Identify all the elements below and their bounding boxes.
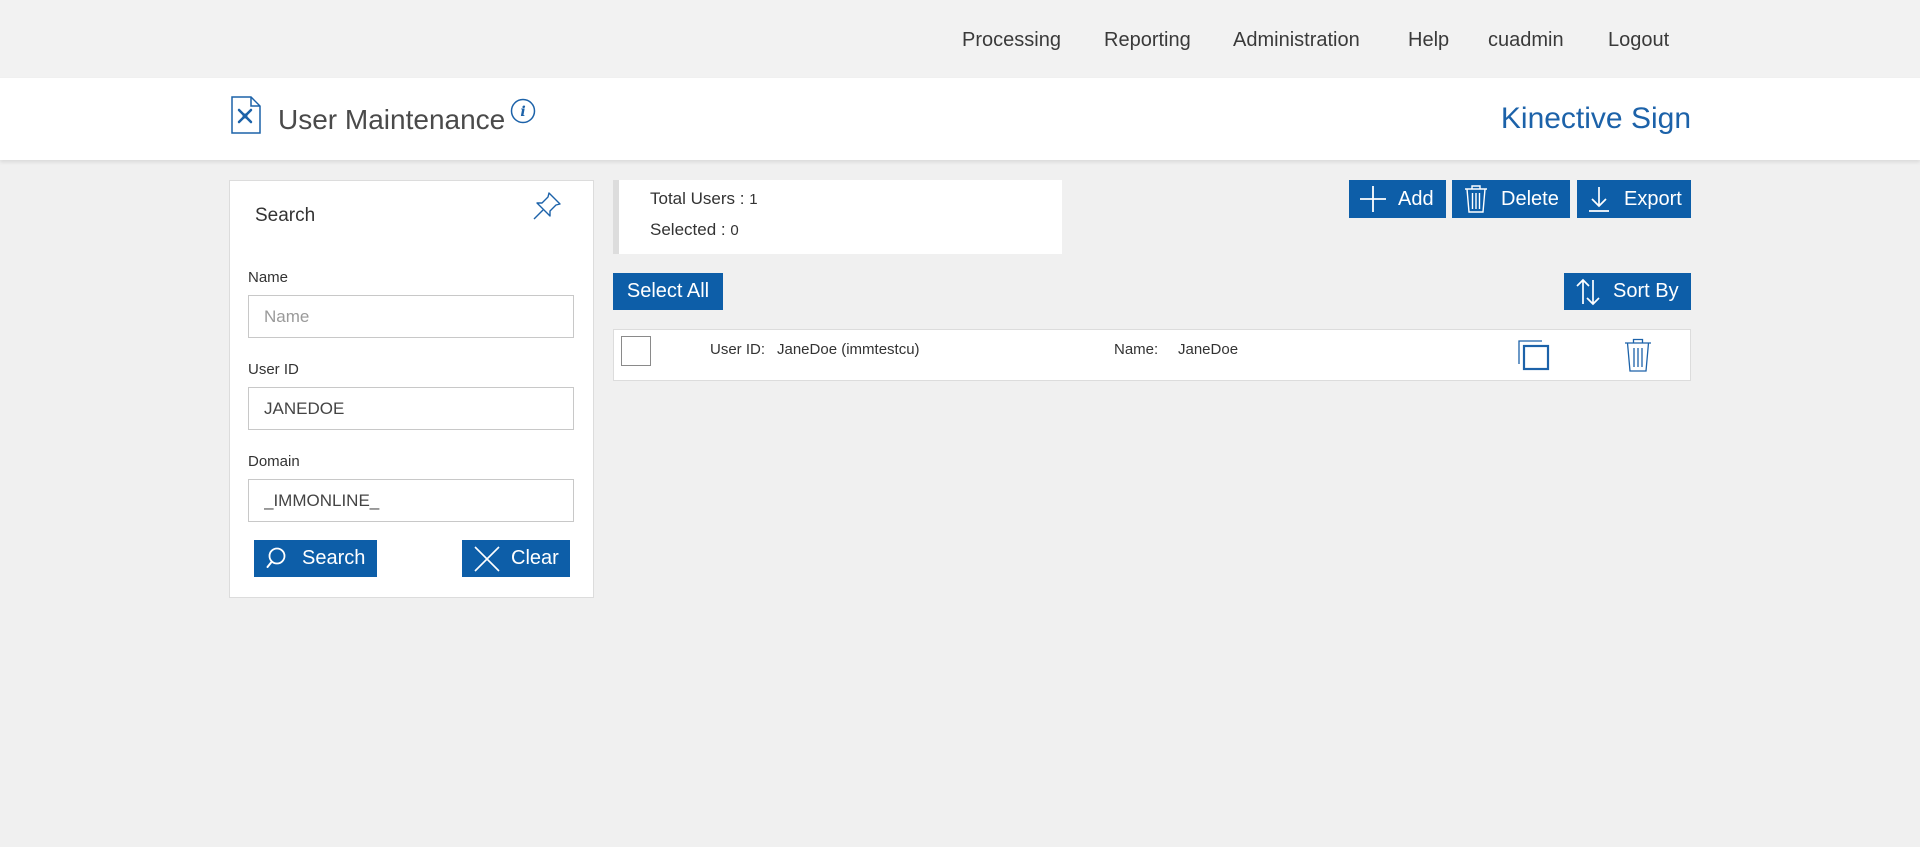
total-users: Total Users : 1 bbox=[650, 189, 758, 209]
info-icon[interactable]: i bbox=[510, 98, 536, 124]
domain-label: Domain bbox=[248, 453, 300, 470]
nav-logout[interactable]: Logout bbox=[1608, 29, 1669, 52]
add-button-label: Add bbox=[1398, 187, 1434, 210]
page-title: User Maintenance bbox=[278, 104, 506, 135]
pin-icon[interactable] bbox=[530, 189, 564, 223]
nav-user-account[interactable]: cuadmin bbox=[1488, 29, 1564, 52]
nav-administration[interactable]: Administration bbox=[1233, 29, 1360, 52]
total-users-label: Total Users : bbox=[650, 189, 745, 208]
page-header: User Maintenance i Kinective Sign bbox=[0, 78, 1920, 160]
name-input[interactable] bbox=[248, 295, 574, 338]
search-icon bbox=[266, 547, 286, 568]
close-icon bbox=[474, 545, 500, 572]
download-icon bbox=[1589, 187, 1609, 212]
copy-icon[interactable] bbox=[1517, 339, 1551, 376]
clear-button-label: Clear bbox=[511, 547, 559, 569]
table-row: User ID: JaneDoe (immtestcu) Name: JaneD… bbox=[613, 329, 1691, 381]
top-nav: Processing Reporting Administration Help… bbox=[0, 0, 1920, 78]
delete-button-label: Delete bbox=[1501, 187, 1559, 210]
total-users-value: 1 bbox=[749, 191, 758, 208]
select-all-button[interactable]: Select All bbox=[613, 273, 723, 310]
userid-value: JaneDoe (immtestcu) bbox=[777, 341, 920, 358]
delete-button[interactable]: Delete bbox=[1452, 180, 1570, 218]
export-button-label: Export bbox=[1624, 187, 1682, 210]
sort-by-label: Sort By bbox=[1613, 280, 1679, 302]
svg-text:i: i bbox=[520, 104, 525, 120]
nav-help[interactable]: Help bbox=[1408, 29, 1449, 52]
userid-field-label: User ID: bbox=[710, 341, 766, 358]
page-tools-icon bbox=[230, 96, 262, 134]
userid-label: User ID bbox=[248, 361, 299, 378]
brand-name: Kinective Sign bbox=[1500, 102, 1691, 135]
sort-icon bbox=[1576, 278, 1600, 305]
selected-count: Selected : 0 bbox=[650, 220, 739, 240]
selected-label: Selected : bbox=[650, 220, 726, 239]
row-checkbox[interactable] bbox=[621, 336, 651, 366]
sort-by-button[interactable]: Sort By bbox=[1564, 273, 1691, 310]
nav-processing[interactable]: Processing bbox=[962, 29, 1061, 52]
selected-value: 0 bbox=[730, 222, 739, 239]
search-button[interactable]: Search bbox=[254, 540, 377, 577]
export-button[interactable]: Export bbox=[1577, 180, 1691, 218]
add-button[interactable]: Add bbox=[1349, 180, 1446, 218]
user-summary: Total Users : 1 Selected : 0 bbox=[613, 180, 1062, 254]
search-panel-title: Search bbox=[255, 205, 316, 226]
name-value: JaneDoe bbox=[1178, 341, 1239, 358]
name-label: Name bbox=[248, 269, 289, 286]
trash-icon[interactable] bbox=[1624, 338, 1652, 377]
clear-button[interactable]: Clear bbox=[462, 540, 570, 577]
plus-icon bbox=[1360, 186, 1386, 212]
userid-input[interactable] bbox=[248, 387, 574, 430]
trash-icon bbox=[1465, 185, 1487, 213]
search-panel: Search Name User ID Domain Search Clear bbox=[229, 180, 594, 598]
search-button-label: Search bbox=[302, 547, 366, 569]
select-all-label: Select All bbox=[626, 280, 710, 302]
domain-input[interactable] bbox=[248, 479, 574, 522]
name-field-label: Name: bbox=[1114, 341, 1159, 358]
nav-reporting[interactable]: Reporting bbox=[1104, 29, 1191, 52]
